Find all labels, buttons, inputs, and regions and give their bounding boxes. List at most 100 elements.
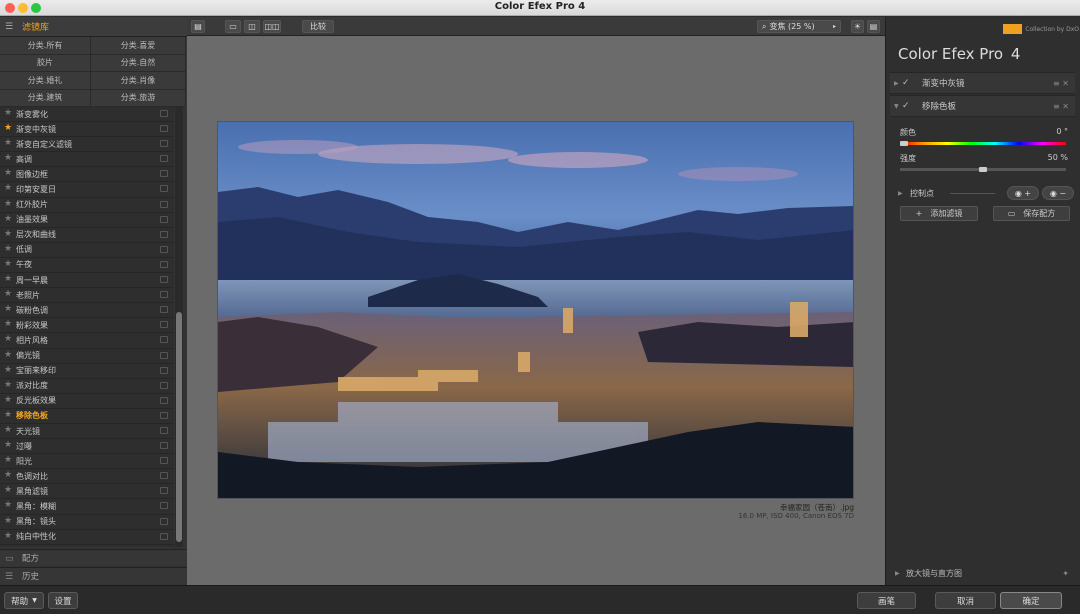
filter-list-item[interactable]: ★ 渐变自定义滤镜 xyxy=(0,137,174,153)
collapse-arrow-icon[interactable]: ▼ xyxy=(894,103,899,110)
color-slider-knob[interactable] xyxy=(900,141,908,146)
recipe-icon[interactable] xyxy=(160,502,168,510)
star-icon[interactable]: ★ xyxy=(4,500,12,510)
brush-button[interactable]: 画笔 xyxy=(857,592,916,609)
star-icon[interactable]: ★ xyxy=(4,214,12,224)
star-icon[interactable]: ★ xyxy=(4,516,12,526)
checkmark-icon[interactable]: ✓ xyxy=(902,78,910,88)
filter-list-item[interactable]: ★ 午夜 xyxy=(0,258,174,274)
checkmark-icon[interactable]: ✓ xyxy=(902,101,910,111)
star-icon[interactable]: ★ xyxy=(4,365,12,375)
filter-list-item[interactable]: ★ 渐变中灰镜 xyxy=(0,122,174,138)
recipes-section[interactable]: ▭ 配方 xyxy=(0,549,187,566)
recipe-icon[interactable] xyxy=(160,215,168,223)
filter-list-scrollbar[interactable] xyxy=(175,107,183,547)
scrollbar-thumb[interactable] xyxy=(176,312,182,542)
star-icon[interactable]: ★ xyxy=(4,108,12,118)
filter-list-item[interactable]: ★ 移除色板 xyxy=(0,409,174,424)
layout-toggle-button[interactable]: ▤ xyxy=(191,20,205,33)
filter-list-item[interactable]: ★ 周一早晨 xyxy=(0,273,174,289)
star-icon[interactable]: ★ xyxy=(4,380,12,390)
recipe-icon[interactable] xyxy=(160,276,168,284)
save-recipe-button[interactable]: ▭ 保存配方 xyxy=(993,206,1070,221)
recipe-icon[interactable] xyxy=(160,230,168,238)
category-wedding[interactable]: 分类.婚礼 xyxy=(0,72,91,90)
compare-button[interactable]: 比较 xyxy=(302,20,334,33)
strength-slider[interactable] xyxy=(900,167,1066,172)
filter-stack-item-2[interactable]: ▼ ✓ 移除色板 ≡ ✕ xyxy=(890,95,1075,117)
star-icon[interactable]: ★ xyxy=(4,334,12,344)
star-icon[interactable]: ★ xyxy=(4,123,12,133)
star-icon[interactable]: ★ xyxy=(4,319,12,329)
star-icon[interactable]: ★ xyxy=(4,350,12,360)
right-panel-toggle-button[interactable]: ▤ xyxy=(867,20,880,33)
recipe-icon[interactable] xyxy=(160,140,168,148)
recipe-icon[interactable] xyxy=(160,517,168,525)
single-view-button[interactable]: ▭ xyxy=(225,20,241,33)
star-icon[interactable]: ★ xyxy=(4,168,12,178)
filter-list-item[interactable]: ★ 粉彩效果 xyxy=(0,318,174,334)
background-toggle-button[interactable]: ☀ xyxy=(851,20,864,33)
menu-icon[interactable]: ☰ xyxy=(0,22,18,32)
remove-control-point-button[interactable]: ◉ − xyxy=(1042,186,1074,200)
preview-image[interactable] xyxy=(217,121,854,499)
expand-arrow-icon[interactable]: ▶ xyxy=(894,80,899,87)
star-icon[interactable]: ★ xyxy=(4,229,12,239)
filter-list-item[interactable]: ★ 图像边框 xyxy=(0,167,174,183)
cancel-button[interactable]: 取消 xyxy=(935,592,996,609)
star-icon[interactable]: ★ xyxy=(4,274,12,284)
recipe-icon[interactable] xyxy=(160,351,168,359)
recipe-icon[interactable] xyxy=(160,396,168,404)
add-control-point-button[interactable]: ◉ + xyxy=(1007,186,1039,200)
category-favorites[interactable]: 分类.喜爱 xyxy=(91,37,186,55)
filter-list-item[interactable]: ★ 碳粉色调 xyxy=(0,303,174,319)
filter-list-item[interactable]: ★ 高调 xyxy=(0,152,174,168)
recipe-icon[interactable] xyxy=(160,381,168,389)
star-icon[interactable]: ★ xyxy=(4,259,12,269)
category-nature[interactable]: 分类.自然 xyxy=(91,54,186,72)
star-icon[interactable]: ★ xyxy=(4,470,12,480)
recipe-icon[interactable] xyxy=(160,532,168,540)
category-architecture[interactable]: 分类.建筑 xyxy=(0,89,91,107)
filter-2-options-icon[interactable]: ≡ ✕ xyxy=(1053,102,1069,111)
filter-list-item[interactable]: ★ 纯白中性化 xyxy=(0,530,174,545)
recipe-icon[interactable] xyxy=(160,487,168,495)
filter-list-item[interactable]: ★ 油墨效果 xyxy=(0,213,174,228)
pin-icon[interactable]: ✦ xyxy=(1062,569,1069,578)
recipe-icon[interactable] xyxy=(160,426,168,434)
filter-list-item[interactable]: ★ 老照片 xyxy=(0,288,174,304)
category-portrait[interactable]: 分类.肖像 xyxy=(91,72,186,90)
recipe-icon[interactable] xyxy=(160,155,168,163)
recipe-icon[interactable] xyxy=(160,185,168,193)
filter-stack-item-1[interactable]: ▶ ✓ 渐变中灰镜 ≡ ✕ xyxy=(890,72,1075,94)
loupe-histogram-section[interactable]: ▶ 放大镜与直方图 ✦ xyxy=(890,565,1075,581)
recipe-icon[interactable] xyxy=(160,245,168,253)
star-icon[interactable]: ★ xyxy=(4,440,12,450)
side-by-side-button[interactable]: ◫◫ xyxy=(263,20,281,33)
recipe-icon[interactable] xyxy=(160,110,168,117)
filter-list-item[interactable]: ★ 印第安夏日 xyxy=(0,182,174,198)
recipe-icon[interactable] xyxy=(160,321,168,329)
recipe-icon[interactable] xyxy=(160,442,168,450)
filter-list-item[interactable]: ★ 天光镜 xyxy=(0,424,174,440)
filter-list-item[interactable]: ★ 黑角滤镜 xyxy=(0,484,174,500)
help-button[interactable]: 帮助 ▼ xyxy=(4,592,44,609)
recipe-icon[interactable] xyxy=(160,366,168,374)
control-points-arrow-icon[interactable]: ▶ xyxy=(898,190,903,197)
split-view-button[interactable]: ◫ xyxy=(244,20,260,33)
history-section[interactable]: ☰ 历史 xyxy=(0,567,187,584)
category-all[interactable]: 分类.所有 xyxy=(0,37,91,55)
filter-list-item[interactable]: ★ 过曝 xyxy=(0,439,174,455)
filter-list-item[interactable]: ★ 反光板效果 xyxy=(0,394,174,409)
recipe-icon[interactable] xyxy=(160,291,168,299)
category-film[interactable]: 胶片 xyxy=(0,54,91,72)
star-icon[interactable]: ★ xyxy=(4,289,12,299)
recipe-icon[interactable] xyxy=(160,457,168,465)
filter-list-item[interactable]: ★ 偏光镜 xyxy=(0,349,174,364)
filter-list-item[interactable]: ★ 宝丽来移印 xyxy=(0,364,174,379)
star-icon[interactable]: ★ xyxy=(4,455,12,465)
recipe-icon[interactable] xyxy=(160,472,168,480)
category-travel[interactable]: 分类.旅游 xyxy=(91,89,186,107)
filter-list-item[interactable]: ★ 阳光 xyxy=(0,454,174,470)
settings-button[interactable]: 设置 xyxy=(48,592,78,609)
